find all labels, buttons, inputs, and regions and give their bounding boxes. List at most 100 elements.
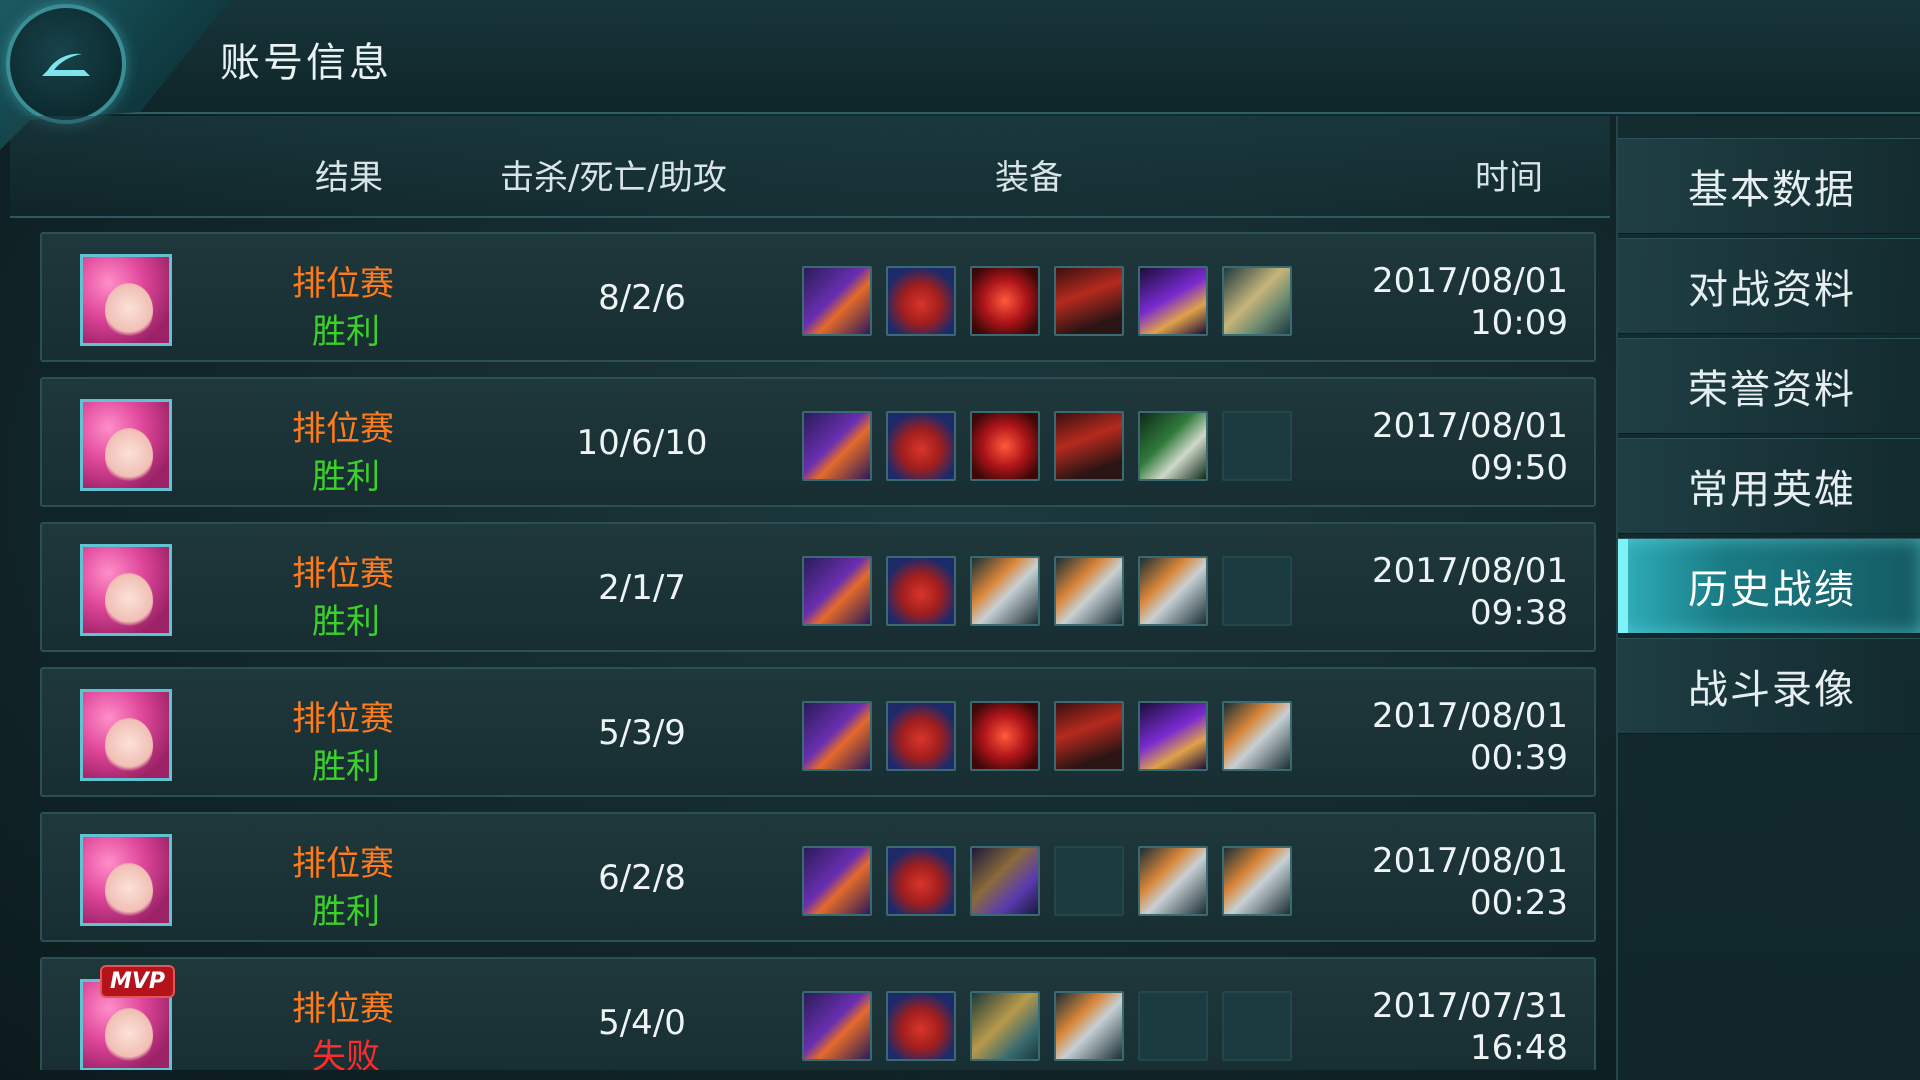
wing-icon[interactable] [1138, 266, 1208, 336]
axe-icon[interactable] [970, 846, 1040, 916]
match-time: 2017/08/01 09:38 [1372, 550, 1568, 634]
top-bar: 账号信息 [0, 0, 1920, 150]
sidebar-item-5[interactable]: 战斗录像 [1618, 638, 1920, 734]
mvp-badge: MVP [100, 965, 176, 998]
match-date: 2017/08/01 [1372, 406, 1568, 446]
swords-icon[interactable] [970, 556, 1040, 626]
empty-slot [1222, 991, 1292, 1061]
kda-value: 6/2/8 [598, 858, 686, 898]
match-mode: 排位赛 [292, 409, 394, 449]
staff-icon[interactable] [802, 266, 872, 336]
equipment-slots [802, 701, 1292, 771]
staff-icon[interactable] [802, 556, 872, 626]
kda-value: 8/2/6 [598, 278, 686, 318]
equipment-slots [802, 266, 1292, 336]
match-mode: 排位赛 [292, 554, 394, 594]
match-row[interactable]: 排位赛胜利 10/6/10 2017/08/01 09:50 [40, 377, 1596, 507]
match-clock: 00:39 [1470, 738, 1568, 778]
swords-icon[interactable] [1054, 556, 1124, 626]
match-row[interactable]: MVP 排位赛 失败 5/4/0 2017/07/31 16:48 [40, 957, 1596, 1070]
kda-value: 10/6/10 [576, 423, 708, 463]
swords-icon[interactable] [1138, 846, 1208, 916]
sidebar-item-label: 常用英雄 [1688, 467, 1856, 513]
dagger-icon[interactable] [1138, 411, 1208, 481]
boots-icon[interactable] [886, 991, 956, 1061]
fork-icon[interactable] [970, 991, 1040, 1061]
boots-icon[interactable] [886, 701, 956, 771]
sidebar-item-3[interactable]: 常用英雄 [1618, 438, 1920, 534]
staff-icon[interactable] [802, 846, 872, 916]
header-equipment: 装备 [995, 158, 1063, 198]
match-outcome: 胜利 [312, 892, 380, 932]
match-row[interactable]: 排位赛胜利 8/2/6 2017/08/01 10:09 [40, 232, 1596, 362]
sidebar-item-label: 基本数据 [1688, 167, 1856, 213]
sidebar-item-label: 历史战绩 [1688, 567, 1856, 613]
hero-avatar[interactable] [80, 834, 172, 926]
hero-avatar[interactable] [80, 689, 172, 781]
match-history-panel: 结果 击杀/死亡/助攻 装备 时间 排位赛 胜利 8/2/6 2017/08/01 … [10, 116, 1610, 1070]
hero-avatar[interactable] [80, 254, 172, 346]
match-time: 2017/07/31 16:48 [1372, 985, 1568, 1069]
match-row[interactable]: 排位赛 胜利 6/2/8 2017/08/01 00:23 [40, 812, 1596, 942]
kda-value: 5/4/0 [598, 1003, 686, 1043]
match-clock: 00:23 [1470, 883, 1568, 923]
swords-icon[interactable] [1138, 556, 1208, 626]
swords-icon[interactable] [1222, 701, 1292, 771]
sidebar-item-0[interactable]: 基本数据 [1618, 138, 1920, 234]
match-time: 2017/08/01 10:09 [1372, 260, 1568, 344]
hero-avatar[interactable] [80, 399, 172, 491]
match-mode: 排位赛 [292, 844, 394, 884]
swords-icon[interactable] [1054, 991, 1124, 1061]
match-mode: 排位赛 [292, 989, 394, 1029]
boots-icon[interactable] [886, 266, 956, 336]
trident-icon[interactable] [1222, 266, 1292, 336]
sidebar-item-label: 对战资料 [1688, 267, 1856, 313]
amulet-icon[interactable] [970, 701, 1040, 771]
header-result: 结果 [315, 158, 383, 198]
back-arrow-icon [42, 53, 90, 76]
armor-icon[interactable] [1054, 411, 1124, 481]
sidebar: 基本数据对战资料荣誉资料常用英雄历史战绩战斗录像 [1616, 116, 1920, 1080]
staff-icon[interactable] [802, 701, 872, 771]
match-outcome: 胜利 [312, 602, 380, 642]
match-mode: 排位赛 [292, 264, 394, 304]
match-time: 2017/08/01 00:39 [1372, 695, 1568, 779]
empty-slot [1054, 846, 1124, 916]
sidebar-item-label: 战斗录像 [1688, 667, 1856, 713]
empty-slot [1138, 991, 1208, 1061]
match-outcome: 胜利 [312, 457, 380, 497]
header-kda: 击杀/死亡/助攻 [500, 158, 727, 198]
sidebar-item-4[interactable]: 历史战绩 [1618, 538, 1920, 634]
armor-icon[interactable] [1054, 266, 1124, 336]
equipment-slots [802, 846, 1292, 916]
match-date: 2017/08/01 [1372, 551, 1568, 591]
match-date: 2017/07/31 [1372, 986, 1568, 1026]
page-title: 账号信息 [220, 40, 392, 86]
swords-icon[interactable] [1222, 846, 1292, 916]
match-time: 2017/08/01 09:50 [1372, 405, 1568, 489]
boots-icon[interactable] [886, 411, 956, 481]
sidebar-item-1[interactable]: 对战资料 [1618, 238, 1920, 334]
sidebar-item-label: 荣誉资料 [1688, 367, 1856, 413]
equipment-slots [802, 411, 1292, 481]
amulet-icon[interactable] [970, 266, 1040, 336]
boots-icon[interactable] [886, 846, 956, 916]
sidebar-item-2[interactable]: 荣誉资料 [1618, 338, 1920, 434]
match-clock: 10:09 [1470, 303, 1568, 343]
hero-avatar[interactable] [80, 544, 172, 636]
wing-icon[interactable] [1138, 701, 1208, 771]
staff-icon[interactable] [802, 991, 872, 1061]
match-mode: 排位赛 [292, 699, 394, 739]
kda-value: 2/1/7 [598, 568, 686, 608]
staff-icon[interactable] [802, 411, 872, 481]
back-button[interactable] [6, 4, 126, 124]
kda-value: 5/3/9 [598, 713, 686, 753]
match-row[interactable]: 排位赛 胜利 5/3/9 2017/08/01 00:39 [40, 667, 1596, 797]
armor-icon[interactable] [1054, 701, 1124, 771]
match-clock: 16:48 [1470, 1028, 1568, 1068]
amulet-icon[interactable] [970, 411, 1040, 481]
match-date: 2017/08/01 [1372, 261, 1568, 301]
boots-icon[interactable] [886, 556, 956, 626]
match-outcome: 胜利 [312, 312, 380, 352]
match-row[interactable]: 排位赛胜利 2/1/7 2017/08/01 09:38 [40, 522, 1596, 652]
